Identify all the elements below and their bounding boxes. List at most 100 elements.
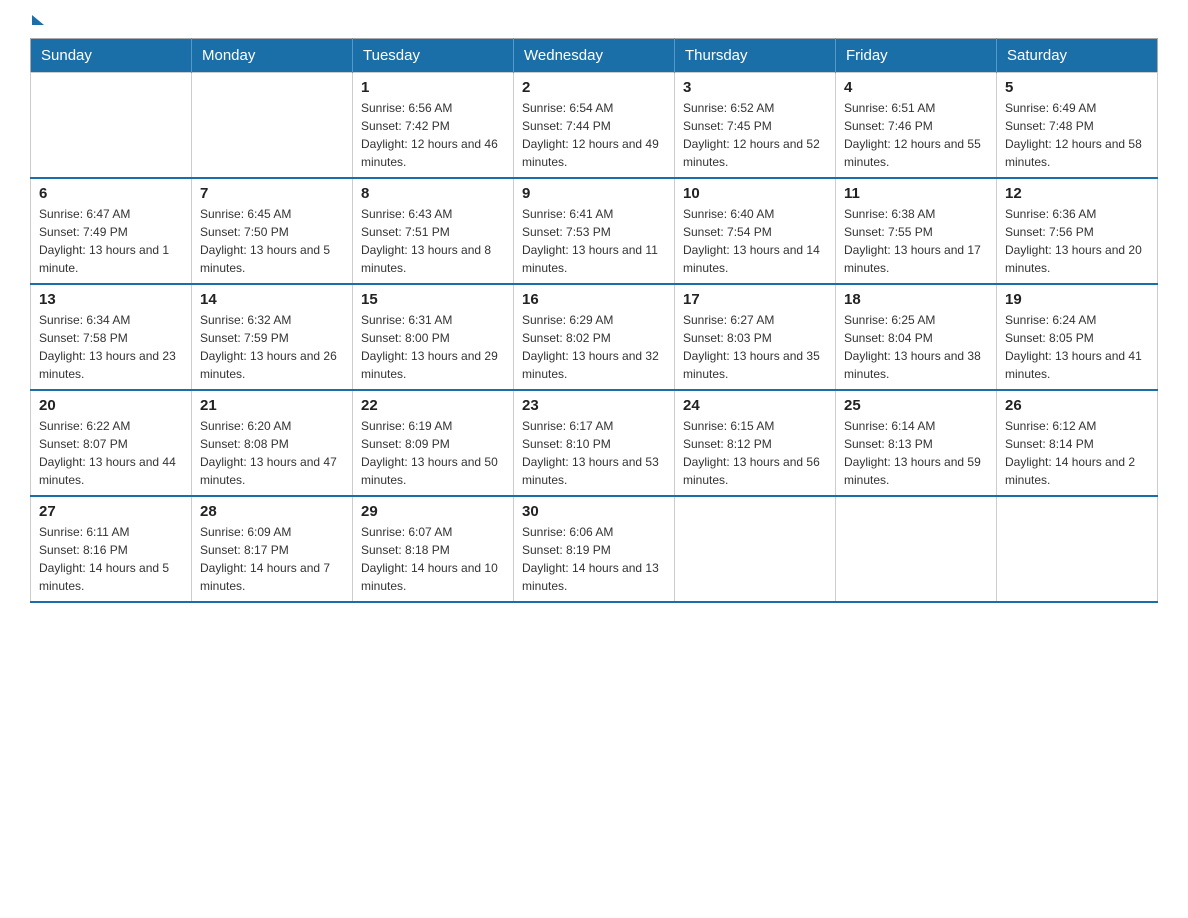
logo-blue-part: [30, 20, 44, 25]
calendar-cell: 23 Sunrise: 6:17 AMSunset: 8:10 PMDayligh…: [514, 390, 675, 496]
calendar-cell: 8Sunrise: 6:43 AMSunset: 7:51 PMDaylight…: [353, 178, 514, 284]
calendar-table: SundayMondayTuesdayWednesdayThursdayFrid…: [30, 38, 1158, 603]
day-number: 10: [683, 185, 827, 202]
day-info: Sunrise: 6:09 AMSunset: 8:17 PMDaylight:…: [200, 523, 344, 595]
day-info: Sunrise: 6:31 AMSunset: 8:00 PMDaylight:…: [361, 311, 505, 383]
day-info: Sunrise: 6:56 AMSunset: 7:42 PMDaylight:…: [361, 99, 505, 171]
calendar-cell: 22Sunrise: 6:19 AMSunset: 8:09 PMDayligh…: [353, 390, 514, 496]
calendar-week-row: 6 Sunrise: 6:47 AMSunset: 7:49 PMDaylight…: [31, 178, 1158, 284]
day-info: Sunrise: 6:24 AMSunset: 8:05 PMDaylight:…: [1005, 311, 1149, 383]
calendar-cell: 9 Sunrise: 6:41 AMSunset: 7:53 PMDaylight…: [514, 178, 675, 284]
day-info: Sunrise: 6:15 AMSunset: 8:12 PMDaylight:…: [683, 417, 827, 489]
calendar-cell: 29 Sunrise: 6:07 AMSunset: 8:18 PMDayligh…: [353, 496, 514, 602]
calendar-day-header: Sunday: [31, 39, 192, 73]
logo-text: [30, 20, 44, 25]
calendar-cell: [836, 496, 997, 602]
calendar-week-row: 27Sunrise: 6:11 AMSunset: 8:16 PMDayligh…: [31, 496, 1158, 602]
day-info: Sunrise: 6:20 AMSunset: 8:08 PMDaylight:…: [200, 417, 344, 489]
calendar-cell: 4Sunrise: 6:51 AMSunset: 7:46 PMDaylight…: [836, 73, 997, 179]
calendar-cell: 14 Sunrise: 6:32 AMSunset: 7:59 PMDayligh…: [192, 284, 353, 390]
calendar-cell: 2 Sunrise: 6:54 AMSunset: 7:44 PMDaylight…: [514, 73, 675, 179]
day-number: 8: [361, 185, 505, 202]
calendar-cell: 25 Sunrise: 6:14 AMSunset: 8:13 PMDayligh…: [836, 390, 997, 496]
calendar-cell: 6 Sunrise: 6:47 AMSunset: 7:49 PMDaylight…: [31, 178, 192, 284]
calendar-cell: [192, 73, 353, 179]
day-info: Sunrise: 6:38 AMSunset: 7:55 PMDaylight:…: [844, 205, 988, 277]
calendar-cell: 27Sunrise: 6:11 AMSunset: 8:16 PMDayligh…: [31, 496, 192, 602]
day-number: 26: [1005, 397, 1149, 414]
calendar-cell: [31, 73, 192, 179]
day-number: 20: [39, 397, 183, 414]
calendar-cell: 15 Sunrise: 6:31 AMSunset: 8:00 PMDayligh…: [353, 284, 514, 390]
day-number: 12: [1005, 185, 1149, 202]
day-info: Sunrise: 6:22 AMSunset: 8:07 PMDaylight:…: [39, 417, 183, 489]
day-info: Sunrise: 6:40 AMSunset: 7:54 PMDaylight:…: [683, 205, 827, 277]
day-info: Sunrise: 6:34 AMSunset: 7:58 PMDaylight:…: [39, 311, 183, 383]
calendar-cell: 20 Sunrise: 6:22 AMSunset: 8:07 PMDayligh…: [31, 390, 192, 496]
day-number: 24: [683, 397, 827, 414]
calendar-week-row: 1Sunrise: 6:56 AMSunset: 7:42 PMDaylight…: [31, 73, 1158, 179]
day-number: 13: [39, 291, 183, 308]
logo: [30, 20, 44, 28]
calendar-cell: 30Sunrise: 6:06 AMSunset: 8:19 PMDayligh…: [514, 496, 675, 602]
calendar-day-header: Friday: [836, 39, 997, 73]
calendar-cell: 3 Sunrise: 6:52 AMSunset: 7:45 PMDaylight…: [675, 73, 836, 179]
calendar-cell: 21 Sunrise: 6:20 AMSunset: 8:08 PMDayligh…: [192, 390, 353, 496]
day-number: 30: [522, 503, 666, 520]
calendar-cell: 13 Sunrise: 6:34 AMSunset: 7:58 PMDayligh…: [31, 284, 192, 390]
day-number: 19: [1005, 291, 1149, 308]
day-info: Sunrise: 6:49 AMSunset: 7:48 PMDaylight:…: [1005, 99, 1149, 171]
day-info: Sunrise: 6:07 AMSunset: 8:18 PMDaylight:…: [361, 523, 505, 595]
day-info: Sunrise: 6:52 AMSunset: 7:45 PMDaylight:…: [683, 99, 827, 171]
day-number: 14: [200, 291, 344, 308]
page-header: [30, 20, 1158, 28]
calendar-cell: 18Sunrise: 6:25 AMSunset: 8:04 PMDayligh…: [836, 284, 997, 390]
day-number: 2: [522, 79, 666, 96]
calendar-header-row: SundayMondayTuesdayWednesdayThursdayFrid…: [31, 39, 1158, 73]
day-number: 23: [522, 397, 666, 414]
logo-triangle-icon: [32, 15, 44, 25]
calendar-cell: 17 Sunrise: 6:27 AMSunset: 8:03 PMDayligh…: [675, 284, 836, 390]
day-number: 16: [522, 291, 666, 308]
calendar-cell: 12 Sunrise: 6:36 AMSunset: 7:56 PMDayligh…: [997, 178, 1158, 284]
day-info: Sunrise: 6:41 AMSunset: 7:53 PMDaylight:…: [522, 205, 666, 277]
day-number: 22: [361, 397, 505, 414]
day-number: 3: [683, 79, 827, 96]
calendar-day-header: Saturday: [997, 39, 1158, 73]
calendar-cell: [675, 496, 836, 602]
calendar-cell: 26Sunrise: 6:12 AMSunset: 8:14 PMDayligh…: [997, 390, 1158, 496]
day-number: 6: [39, 185, 183, 202]
day-info: Sunrise: 6:51 AMSunset: 7:46 PMDaylight:…: [844, 99, 988, 171]
calendar-week-row: 13 Sunrise: 6:34 AMSunset: 7:58 PMDayligh…: [31, 284, 1158, 390]
day-number: 7: [200, 185, 344, 202]
day-number: 29: [361, 503, 505, 520]
day-number: 25: [844, 397, 988, 414]
day-info: Sunrise: 6:17 AMSunset: 8:10 PMDaylight:…: [522, 417, 666, 489]
calendar-cell: 16 Sunrise: 6:29 AMSunset: 8:02 PMDayligh…: [514, 284, 675, 390]
calendar-cell: 19 Sunrise: 6:24 AMSunset: 8:05 PMDayligh…: [997, 284, 1158, 390]
day-info: Sunrise: 6:54 AMSunset: 7:44 PMDaylight:…: [522, 99, 666, 171]
day-number: 17: [683, 291, 827, 308]
calendar-cell: 5Sunrise: 6:49 AMSunset: 7:48 PMDaylight…: [997, 73, 1158, 179]
calendar-cell: 28Sunrise: 6:09 AMSunset: 8:17 PMDayligh…: [192, 496, 353, 602]
calendar-day-header: Thursday: [675, 39, 836, 73]
calendar-cell: 1Sunrise: 6:56 AMSunset: 7:42 PMDaylight…: [353, 73, 514, 179]
calendar-day-header: Tuesday: [353, 39, 514, 73]
calendar-day-header: Monday: [192, 39, 353, 73]
day-number: 21: [200, 397, 344, 414]
day-info: Sunrise: 6:32 AMSunset: 7:59 PMDaylight:…: [200, 311, 344, 383]
calendar-cell: 10 Sunrise: 6:40 AMSunset: 7:54 PMDayligh…: [675, 178, 836, 284]
day-info: Sunrise: 6:47 AMSunset: 7:49 PMDaylight:…: [39, 205, 183, 277]
day-info: Sunrise: 6:14 AMSunset: 8:13 PMDaylight:…: [844, 417, 988, 489]
calendar-cell: [997, 496, 1158, 602]
day-number: 15: [361, 291, 505, 308]
calendar-cell: 24 Sunrise: 6:15 AMSunset: 8:12 PMDayligh…: [675, 390, 836, 496]
calendar-day-header: Wednesday: [514, 39, 675, 73]
day-info: Sunrise: 6:36 AMSunset: 7:56 PMDaylight:…: [1005, 205, 1149, 277]
day-info: Sunrise: 6:45 AMSunset: 7:50 PMDaylight:…: [200, 205, 344, 277]
day-number: 9: [522, 185, 666, 202]
day-info: Sunrise: 6:27 AMSunset: 8:03 PMDaylight:…: [683, 311, 827, 383]
day-info: Sunrise: 6:29 AMSunset: 8:02 PMDaylight:…: [522, 311, 666, 383]
calendar-cell: 7 Sunrise: 6:45 AMSunset: 7:50 PMDaylight…: [192, 178, 353, 284]
day-info: Sunrise: 6:25 AMSunset: 8:04 PMDaylight:…: [844, 311, 988, 383]
